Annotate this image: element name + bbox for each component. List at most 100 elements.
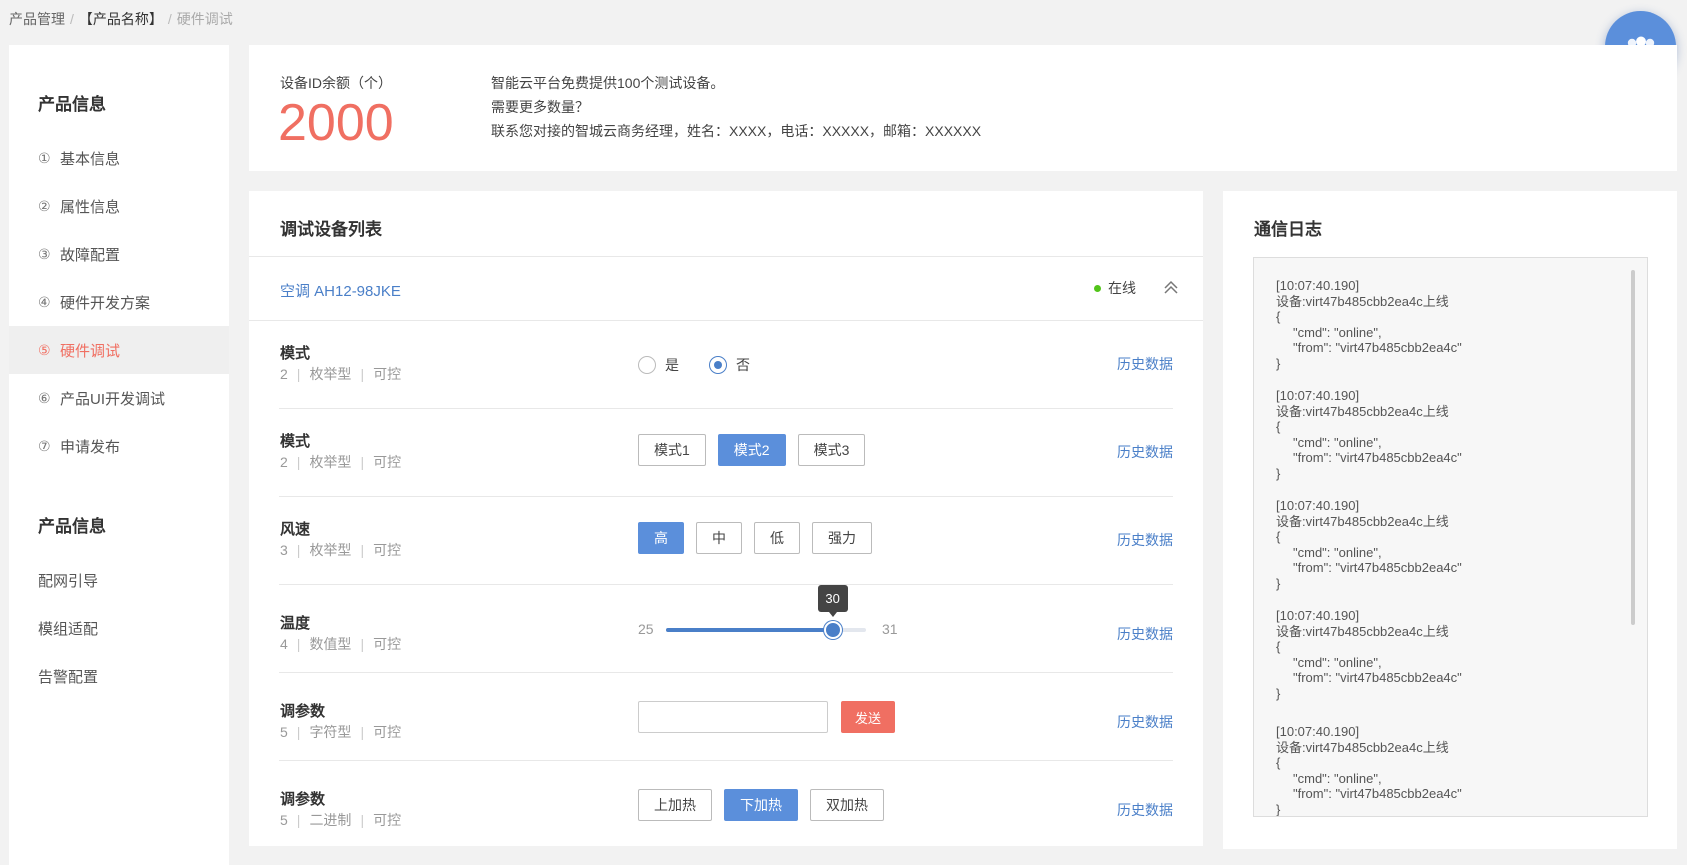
- mode-2-button[interactable]: 模式2: [717, 434, 786, 466]
- log-line: "cmd": "online",: [1293, 770, 1382, 786]
- quota-note: 智能云平台免费提供100个测试设备。: [491, 75, 725, 91]
- history-data-link[interactable]: 历史数据: [1117, 442, 1173, 462]
- property-id: 5: [280, 812, 288, 828]
- slider-thumb[interactable]: [823, 621, 842, 639]
- property-type: 枚举型: [309, 366, 352, 382]
- send-button[interactable]: 发送: [841, 701, 895, 733]
- option-group: 模式1 模式2 模式3: [638, 434, 877, 466]
- sidebar-item-attribute-info[interactable]: ② 属性信息: [9, 182, 229, 230]
- mode-3-button[interactable]: 模式3: [797, 434, 866, 466]
- speed-high-button[interactable]: 高: [638, 522, 684, 554]
- property-id: 2: [280, 366, 288, 382]
- param-input[interactable]: [638, 701, 828, 733]
- log-viewport[interactable]: [10:07:40.190] 设备:virt47b485cbb2ea4c上线 {…: [1253, 257, 1648, 817]
- sidebar-item-basic-info[interactable]: ① 基本信息: [9, 134, 229, 182]
- sidebar-item-fault-config[interactable]: ③ 故障配置: [9, 230, 229, 278]
- log-time: [10:07:40.190]: [1276, 724, 1360, 739]
- sidebar-item-module-adapt[interactable]: 模组适配: [9, 604, 229, 652]
- sidebar-section-title: 产品信息: [38, 95, 106, 114]
- bottom-heat-button[interactable]: 下加热: [724, 789, 798, 821]
- dual-heat-button[interactable]: 双加热: [810, 789, 884, 821]
- sidebar-item-label: 硬件开发方案: [60, 294, 151, 312]
- breadcrumb-separator: /: [70, 11, 74, 27]
- sidebar-item-apply-release[interactable]: ⑦ 申请发布: [9, 422, 229, 470]
- sidebar-item-hardware-debug[interactable]: ⑤ 硬件调试: [9, 326, 229, 374]
- sidebar-section-title: 产品信息: [38, 517, 106, 536]
- property-meta: 2 | 枚举型 | 可控: [280, 364, 401, 384]
- breadcrumb-product-name[interactable]: 【产品名称】: [79, 11, 163, 27]
- history-data-link[interactable]: 历史数据: [1117, 800, 1173, 820]
- log-brace: }: [1276, 575, 1281, 591]
- speed-medium-button[interactable]: 中: [696, 522, 742, 554]
- log-line: "from": "virt47b485cbb2ea4c": [1293, 450, 1462, 465]
- divider: [249, 256, 1203, 257]
- breadcrumb-product-management[interactable]: 产品管理: [9, 11, 65, 27]
- property-meta: 3 | 枚举型 | 可控: [280, 540, 401, 560]
- property-row-wind-speed: 风速 3 | 枚举型 | 可控 高 中 低 强力 历史数据: [279, 497, 1173, 585]
- double-chevron-up-icon: [1164, 280, 1178, 294]
- top-heat-button[interactable]: 上加热: [638, 789, 712, 821]
- radio-no[interactable]: 否: [709, 355, 750, 375]
- log-entry: [10:07:40.190] 设备:virt47b485cbb2ea4c上线 {…: [1276, 388, 1647, 481]
- log-brace: {: [1276, 529, 1281, 544]
- radio-yes[interactable]: 是: [638, 355, 679, 375]
- sidebar-item-label: 模组适配: [38, 620, 99, 638]
- sidebar: 产品信息 ① 基本信息 ② 属性信息 ③ 故障配置 ④ 硬件开发方案 ⑤ 硬件调试 ⑥ 产品…: [9, 45, 229, 865]
- property-row-mode: 模式 2 | 枚举型 | 可控 模式1 模式2 模式3 历史数据: [279, 409, 1173, 497]
- property-name: 调参数: [280, 703, 326, 720]
- quota-value: 2000: [278, 94, 394, 152]
- property-access: 可控: [373, 636, 402, 652]
- property-row-param-binary: 调参数 5 | 二进制 | 可控 上加热 下加热 双加热 历史数据: [279, 761, 1173, 849]
- history-data-link[interactable]: 历史数据: [1117, 624, 1173, 644]
- sidebar-item-hardware-dev-plan[interactable]: ④ 硬件开发方案: [9, 278, 229, 326]
- online-status-dot: [1094, 284, 1101, 292]
- mode-1-button[interactable]: 模式1: [638, 434, 706, 466]
- property-name: 模式: [280, 433, 311, 450]
- collapse-button[interactable]: [1161, 278, 1181, 298]
- step-number: ④: [38, 293, 51, 310]
- log-time: [10:07:40.190]: [1276, 388, 1360, 403]
- meta-separator: |: [360, 366, 365, 382]
- sidebar-item-network-guide[interactable]: 配网引导: [9, 556, 229, 604]
- step-number: ③: [38, 245, 51, 262]
- step-number: ①: [38, 149, 51, 166]
- meta-separator: |: [296, 724, 301, 740]
- log-scrollbar[interactable]: [1631, 270, 1635, 625]
- log-line: "from": "virt47b485cbb2ea4c": [1293, 340, 1462, 355]
- history-data-link[interactable]: 历史数据: [1117, 712, 1173, 732]
- temperature-slider: 25 30 31: [638, 585, 908, 645]
- log-time: [10:07:40.190]: [1276, 498, 1360, 513]
- property-access: 可控: [373, 542, 402, 558]
- meta-separator: |: [360, 812, 365, 828]
- device-name-link[interactable]: 空调 AH12-98JKE: [280, 280, 401, 301]
- property-access: 可控: [373, 454, 402, 470]
- device-status: 在线: [1094, 278, 1136, 298]
- slider-track[interactable]: 30: [666, 585, 866, 639]
- log-time: [10:07:40.190]: [1276, 608, 1360, 623]
- log-line: "from": "virt47b485cbb2ea4c": [1293, 786, 1462, 801]
- speed-strong-button[interactable]: 强力: [812, 522, 872, 554]
- property-type: 枚举型: [309, 542, 352, 558]
- sidebar-item-product-ui-debug[interactable]: ⑥ 产品UI开发调试: [9, 374, 229, 422]
- meta-separator: |: [296, 636, 301, 652]
- log-brace: }: [1276, 685, 1281, 701]
- quota-note: 需要更多数量？: [491, 99, 589, 115]
- property-name: 温度: [280, 615, 311, 632]
- history-data-link[interactable]: 历史数据: [1117, 354, 1173, 374]
- sidebar-item-alarm-config[interactable]: 告警配置: [9, 652, 229, 700]
- breadcrumb: 产品管理 / 【产品名称】 / 硬件调试: [9, 10, 233, 28]
- step-number: ⑦: [38, 437, 51, 454]
- property-name: 风速: [280, 521, 311, 538]
- radio-circle: [638, 356, 656, 374]
- step-number: ⑥: [38, 389, 51, 406]
- history-data-link[interactable]: 历史数据: [1117, 530, 1173, 550]
- speed-low-button[interactable]: 低: [754, 522, 800, 554]
- log-brace: {: [1276, 755, 1281, 770]
- quota-contact-note: 联系您对接的智城云商务经理，姓名：XXXX，电话：XXXXX，邮箱：XXXXXX: [491, 123, 982, 139]
- property-type: 枚举型: [309, 454, 352, 470]
- property-meta: 5 | 字符型 | 可控: [280, 722, 401, 742]
- log-message: 设备:virt47b485cbb2ea4c上线: [1276, 623, 1449, 639]
- radio-group: 是 否: [638, 355, 780, 375]
- log-line: "cmd": "online",: [1293, 324, 1382, 340]
- sidebar-item-label: 故障配置: [60, 246, 121, 264]
